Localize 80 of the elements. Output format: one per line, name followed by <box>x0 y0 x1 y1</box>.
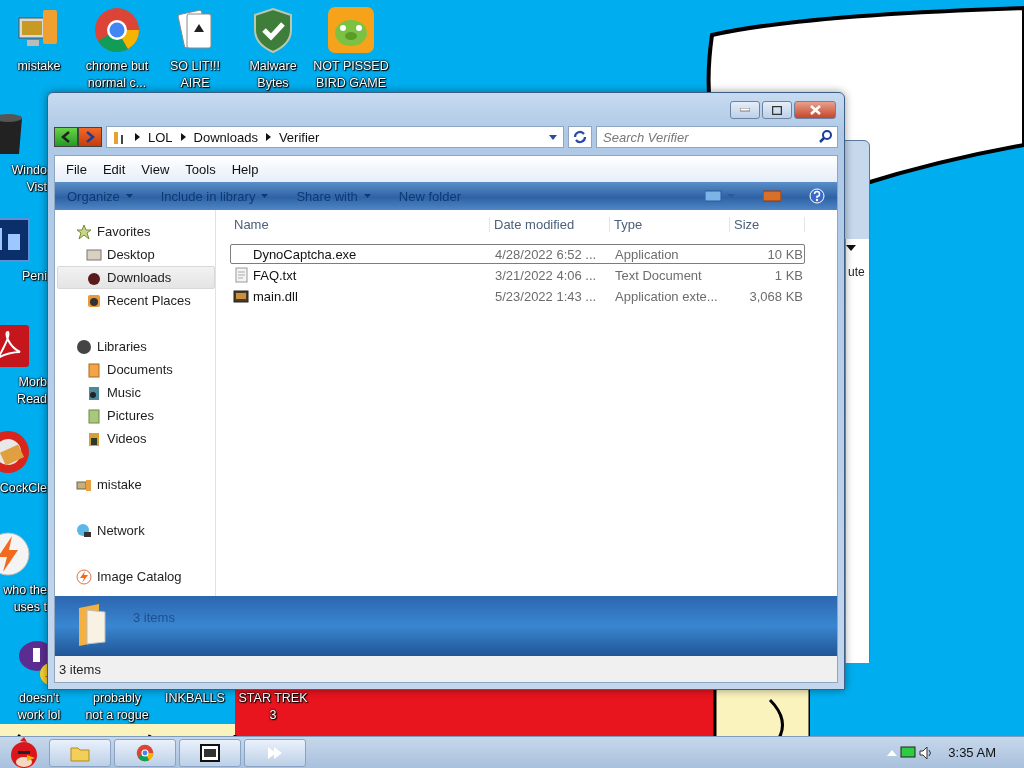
file-row[interactable]: DynoCaptcha.exe 4/28/2022 6:52 ... Application 10 KB <box>230 244 805 264</box>
minimize-icon <box>740 108 750 112</box>
desktop-icon-label[interactable]: STAR TREK 3 <box>238 690 308 724</box>
network-status-icon[interactable] <box>900 745 917 760</box>
back-button[interactable] <box>54 127 78 147</box>
menu-item[interactable]: View <box>134 161 177 177</box>
help-icon[interactable] <box>809 188 825 204</box>
close-button[interactable] <box>794 101 836 119</box>
nav-item[interactable]: Favorites <box>57 220 215 243</box>
breadcrumb-arrow-icon <box>135 133 140 141</box>
dropdown-arrow-icon <box>846 245 856 251</box>
breadcrumb[interactable]: LOL <box>148 129 173 145</box>
refresh-button[interactable] <box>568 126 592 148</box>
type-cell-text: Text Document <box>614 267 703 283</box>
menu-item[interactable]: Edit <box>95 161 133 177</box>
type-cell-text: Application exte... <box>614 288 719 304</box>
archive-icon <box>200 743 220 762</box>
type-cell-text: Application <box>614 246 680 262</box>
star-icon <box>76 223 92 240</box>
nav-item[interactable]: Recent Places <box>57 289 215 312</box>
image-file-icon <box>233 288 249 304</box>
search-icon[interactable] <box>819 130 832 143</box>
column-header[interactable]: Date modified <box>490 216 610 232</box>
pig-icon <box>327 6 375 54</box>
refresh-icon <box>573 130 587 144</box>
chrome-icon <box>93 6 141 54</box>
dropdown-arrow-icon <box>549 134 557 140</box>
taskbar-button[interactable] <box>179 738 241 767</box>
maximize-button[interactable] <box>762 101 792 119</box>
file-name: DynoCaptcha.exe <box>252 246 358 262</box>
date-cell-text: 3/21/2022 4:06 ... <box>494 267 598 283</box>
item-count: 3 items <box>133 610 175 625</box>
chrome-icon <box>136 743 154 762</box>
maximize-icon <box>772 105 782 115</box>
file-name: main.dll <box>231 288 491 304</box>
documents-icon <box>86 361 102 378</box>
breadcrumb[interactable]: Downloads <box>193 129 258 145</box>
menu-item[interactable]: Help <box>224 161 266 177</box>
nav-item[interactable]: Image Catalog <box>57 565 215 588</box>
breadcrumb-arrow-icon <box>180 133 186 141</box>
libraries-icon <box>76 338 92 355</box>
column-header[interactable]: Name <box>230 216 490 232</box>
address-bar[interactable]: LOL Downloads Verifier <box>106 126 564 148</box>
nav-item[interactable]: Pictures <box>57 404 215 427</box>
size-cell-text: 10 KB <box>766 246 804 262</box>
pictures-icon <box>86 407 102 424</box>
breadcrumb-arrow-icon <box>265 133 271 141</box>
nav-item[interactable]: Desktop <box>57 243 215 266</box>
search-field[interactable]: Search Verifier <box>596 126 838 148</box>
text-file-icon <box>233 267 249 283</box>
file-name: FAQ.txt <box>231 267 491 283</box>
nav-item[interactable]: Documents <box>57 358 215 381</box>
menu-item[interactable]: Tools <box>178 161 223 177</box>
file-row[interactable]: FAQ.txt 3/21/2022 4:06 ... Text Document 1 KB <box>230 265 805 285</box>
close-icon <box>809 105 821 115</box>
column-header[interactable]: Type <box>610 216 730 232</box>
network-icon <box>76 522 92 539</box>
clock[interactable]: 3:35 AM <box>948 745 996 760</box>
videos-icon <box>86 430 102 447</box>
nav-item[interactable]: Videos <box>57 427 215 450</box>
desktop-icon <box>86 246 102 263</box>
lightning-bolt-icon <box>76 568 92 585</box>
file-row[interactable]: main.dll 5/23/2022 1:43 ... Application exte... 3,068 KB <box>230 286 805 306</box>
size-cell-text: 3,068 KB <box>748 288 804 304</box>
nav-item[interactable]: Network <box>57 519 215 542</box>
nav-item[interactable]: Music <box>57 381 215 404</box>
nav-item[interactable]: Libraries <box>57 335 215 358</box>
recent-places-icon <box>86 292 102 309</box>
menu-item[interactable]: File <box>59 161 94 177</box>
cut-off-text: ute <box>847 265 865 279</box>
breadcrumb[interactable]: Verifier <box>278 129 320 145</box>
status-bar: 3 items <box>55 656 837 682</box>
date-cell-text: 5/23/2022 1:43 ... <box>494 288 598 304</box>
size-cell-text: 1 KB <box>773 267 804 283</box>
column-header[interactable]: Size <box>730 216 805 232</box>
nav-item[interactable]: Downloads <box>57 266 215 289</box>
date-cell-text: 4/28/2022 6:52 ... <box>494 246 598 262</box>
music-icon <box>86 384 102 401</box>
nav-item[interactable]: mistake <box>57 473 215 496</box>
view-options-icon[interactable] <box>705 190 735 202</box>
